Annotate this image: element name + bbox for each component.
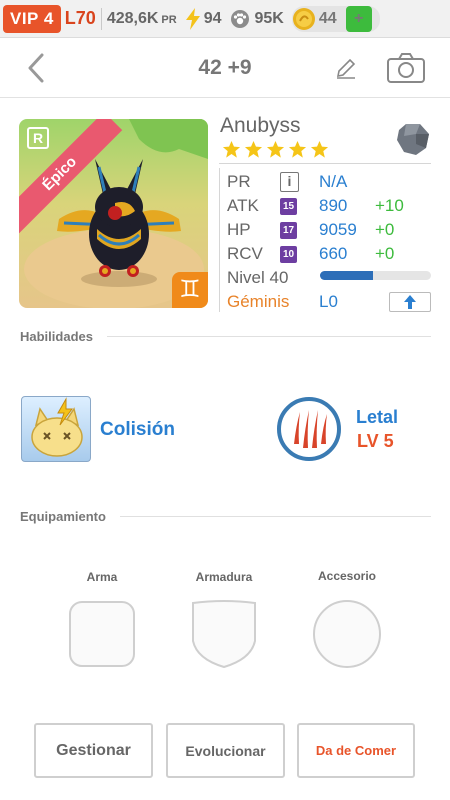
upgrade-sign-button[interactable] xyxy=(389,292,431,312)
lightning-icon xyxy=(185,7,200,30)
star-icon xyxy=(222,140,241,158)
stat-level-badge-hp: 17 xyxy=(280,222,297,239)
leader-skill-level: LV 5 xyxy=(357,431,394,451)
manage-button[interactable]: Gestionar xyxy=(34,723,153,778)
stat-value-rcv: 660 xyxy=(319,244,348,263)
stat-label-rcv: RCV xyxy=(227,244,263,263)
star-icon xyxy=(266,140,285,158)
collision-skill-icon[interactable] xyxy=(21,396,91,462)
level-progress-fill xyxy=(320,271,374,280)
rank-badge: R xyxy=(27,127,49,149)
coin-value: 44 xyxy=(318,9,337,27)
stat-row-hp: HP 17 9059 +0 xyxy=(227,220,437,244)
energy-value: 94 xyxy=(203,9,222,27)
evolve-button[interactable]: Evolucionar xyxy=(166,723,285,778)
gemini-sign-icon: ♊ xyxy=(172,272,208,308)
stat-label-atk: ATK xyxy=(227,196,259,215)
sign-label: Géminis xyxy=(227,292,290,311)
add-coins-button[interactable]: + xyxy=(345,5,372,32)
stat-level-badge-atk: 15 xyxy=(280,198,297,215)
skill-name[interactable]: Colisión xyxy=(100,419,175,441)
divider xyxy=(219,163,431,164)
divider xyxy=(219,168,220,312)
nav-bar: 42 +9 xyxy=(0,38,450,98)
vip-badge[interactable]: VIP 4 xyxy=(3,4,61,33)
star-rating xyxy=(222,140,329,159)
claw-leader-icon[interactable] xyxy=(276,396,342,462)
armor-slot[interactable] xyxy=(191,599,257,669)
weapon-slot[interactable] xyxy=(68,600,136,668)
feed-button[interactable]: Da de Comer xyxy=(297,723,415,778)
stat-level-badge-rcv: 10 xyxy=(280,246,297,263)
stat-row-rcv: RCV 10 660 +0 xyxy=(227,244,437,268)
equipment-header: Equipamiento xyxy=(20,509,106,524)
info-icon[interactable]: i xyxy=(280,172,299,192)
level-progress-bar xyxy=(320,271,431,280)
accessory-slot[interactable] xyxy=(312,599,382,669)
monster-portrait: Épico R ♊ xyxy=(19,119,208,308)
accessory-label: Accesorio xyxy=(317,569,377,583)
paw-counter[interactable]: 95K xyxy=(229,9,284,29)
player-level: L70 xyxy=(64,8,96,28)
sign-level-value: L0 xyxy=(319,292,338,311)
stat-value-atk: 890 xyxy=(319,196,348,215)
stat-row-pr: PR i N/A xyxy=(227,172,437,196)
paw-icon xyxy=(231,9,250,28)
divider xyxy=(120,516,431,517)
stat-bonus-atk: +10 xyxy=(375,196,404,215)
monster-name: Anubyss xyxy=(220,114,301,137)
power-rating: 428,6K PR xyxy=(107,10,177,28)
stat-bonus-hp: +0 xyxy=(375,220,395,239)
stat-row-atk: ATK 15 890 +10 xyxy=(227,196,437,220)
earth-element-icon[interactable] xyxy=(396,122,430,156)
stat-bonus-rcv: +0 xyxy=(375,244,395,263)
energy-counter[interactable]: 94 xyxy=(185,7,222,30)
stat-label-pr: PR xyxy=(227,172,251,191)
leader-skill-name[interactable]: Letal xyxy=(356,407,398,428)
stat-label-hp: HP xyxy=(227,220,251,239)
arrow-up-icon xyxy=(404,295,416,309)
stat-value-hp: 9059 xyxy=(319,220,357,239)
power-rating-value: 428,6K xyxy=(106,9,159,27)
weapon-label: Arma xyxy=(86,570,118,584)
divider xyxy=(100,7,102,30)
star-icon xyxy=(244,140,263,158)
paw-value: 95K xyxy=(254,9,284,27)
stat-value-pr: N/A xyxy=(319,172,348,191)
star-icon xyxy=(310,140,329,158)
pencil-icon[interactable] xyxy=(334,56,358,80)
page-title: 42 +9 xyxy=(198,56,252,79)
coin-counter[interactable]: 44 + xyxy=(291,5,380,32)
dizzy-cat-icon xyxy=(31,397,83,457)
star-icon xyxy=(288,140,307,158)
power-rating-unit: PR xyxy=(161,13,177,26)
skills-header: Habilidades xyxy=(20,329,93,344)
divider xyxy=(107,336,431,337)
camera-icon[interactable] xyxy=(386,52,426,84)
level-label: Nivel 40 xyxy=(227,268,289,287)
status-bar: VIP 4 L70 428,6K PR 94 95K 44 + xyxy=(0,0,450,38)
coin-icon xyxy=(292,7,315,30)
armor-label: Armadura xyxy=(195,570,253,584)
